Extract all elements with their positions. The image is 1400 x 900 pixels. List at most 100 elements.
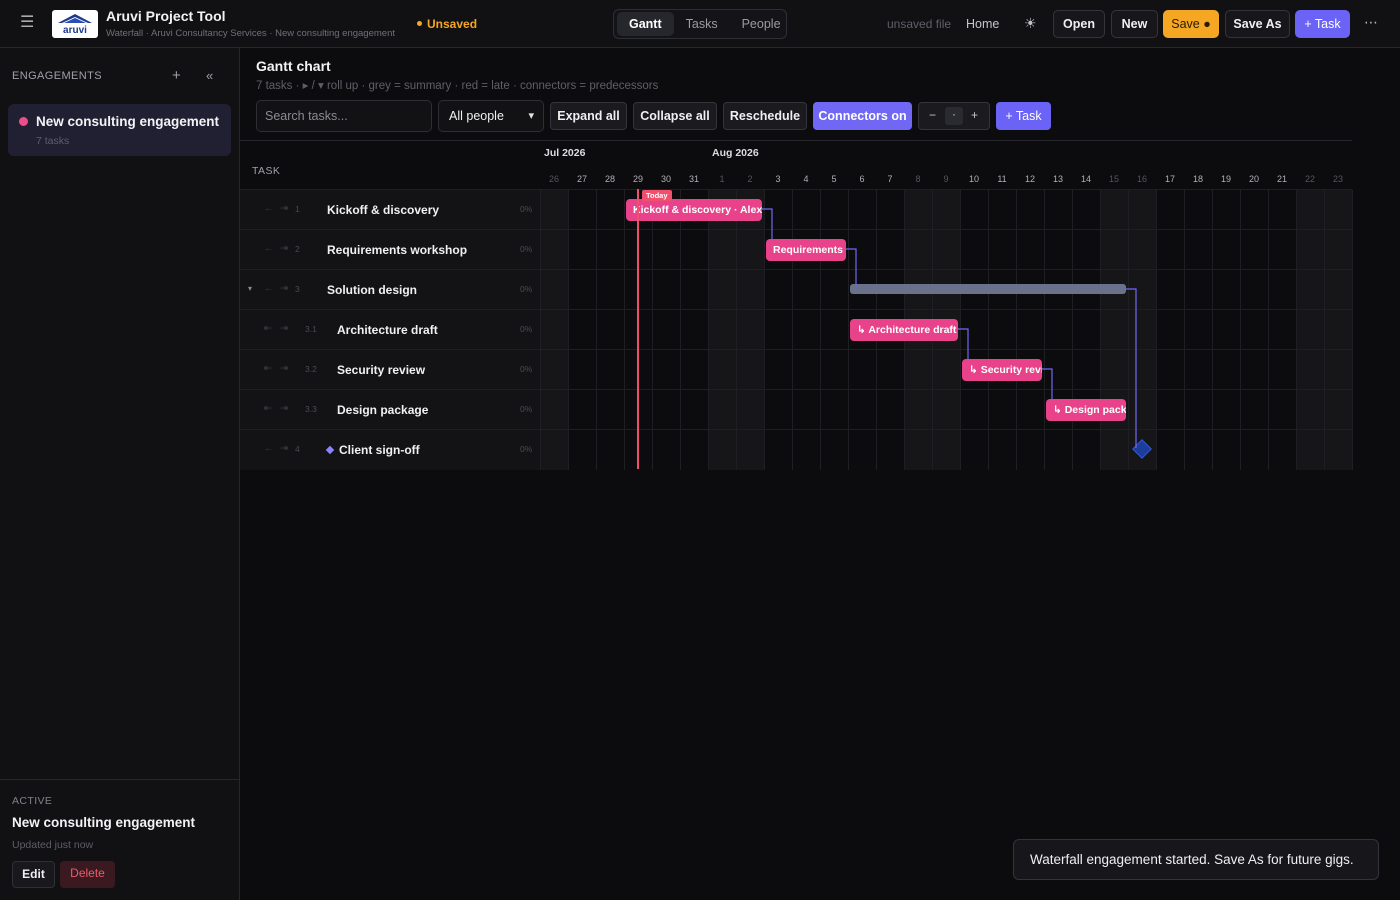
collapse-caret-icon[interactable]: ▾ <box>248 284 252 293</box>
task-label-cell: ⇤ ⇥ 3.1 Architecture draft 0% <box>240 310 540 350</box>
task-name-text: Security review <box>337 363 426 377</box>
save-as-button[interactable]: Save As <box>1225 10 1290 38</box>
day-cell <box>1100 350 1128 390</box>
task-label-cell: ⇤ ⇥ 3.2 Security review 0% <box>240 350 540 390</box>
add-task-button[interactable]: + Task <box>1295 10 1350 38</box>
task-bar[interactable]: ↳ Security review <box>962 359 1042 381</box>
task-bar[interactable]: ↳ Design package <box>1046 399 1126 421</box>
people-filter-select[interactable]: All people ▾ <box>438 100 544 132</box>
day-cell <box>1100 230 1128 270</box>
task-name[interactable]: Architecture draft <box>337 323 438 337</box>
indent-icon[interactable]: ⇥ <box>280 363 288 374</box>
tab-gantt[interactable]: Gantt <box>617 12 674 36</box>
add-engagement-icon[interactable]: + <box>172 67 181 84</box>
task-name[interactable]: Solution design <box>327 283 417 297</box>
day-cell <box>1184 390 1212 430</box>
indent-icon[interactable]: ⇥ <box>280 203 288 214</box>
connectors-toggle-button[interactable]: Connectors on <box>813 102 912 130</box>
day-cell <box>736 310 764 350</box>
save-button[interactable]: Save ● <box>1163 10 1219 38</box>
new-button[interactable]: New <box>1111 10 1158 38</box>
day-header: 3 <box>775 174 781 184</box>
indent-icon[interactable]: ⇥ <box>280 323 288 334</box>
tab-people[interactable]: People <box>730 12 793 36</box>
edit-engagement-button[interactable]: Edit <box>12 861 55 888</box>
zoom-control: − · + <box>918 102 990 130</box>
day-cell <box>1044 230 1072 270</box>
day-cell <box>1268 230 1296 270</box>
day-cell <box>932 190 960 230</box>
day-cell <box>596 190 624 230</box>
day-cell <box>1268 390 1296 430</box>
delete-engagement-button[interactable]: Delete <box>60 861 115 888</box>
task-row[interactable]: ▾ ← ⇥ 3 Solution design 0% <box>240 269 1353 310</box>
summary-bar[interactable] <box>850 284 1126 294</box>
day-header: 31 <box>688 174 699 184</box>
day-cell <box>1212 430 1240 470</box>
open-button[interactable]: Open <box>1053 10 1105 38</box>
outdent-icon[interactable]: ← <box>264 443 274 454</box>
indent-icon[interactable]: ⇥ <box>280 403 288 414</box>
indent-icon[interactable]: ⇥ <box>280 243 288 254</box>
day-cell <box>820 270 848 310</box>
task-name[interactable]: Kickoff & discovery <box>327 203 439 217</box>
day-header: 10 <box>968 174 979 184</box>
task-name[interactable]: Security review <box>337 363 425 377</box>
day-cell <box>1296 430 1324 470</box>
reschedule-button[interactable]: Reschedule <box>723 102 807 130</box>
day-cell <box>1128 190 1156 230</box>
tab-tasks[interactable]: Tasks <box>674 12 730 36</box>
engagement-item[interactable]: New consulting engagement 7 tasks <box>8 104 231 156</box>
add-task-toolbar-button[interactable]: + Task <box>996 102 1051 130</box>
task-bar[interactable]: Requirements <box>766 239 846 261</box>
zoom-in-button[interactable]: + <box>971 103 978 129</box>
day-cell <box>680 390 708 430</box>
search-tasks-input[interactable] <box>256 100 432 132</box>
task-name-text: Design package <box>337 403 429 417</box>
collapse-all-button[interactable]: Collapse all <box>633 102 717 130</box>
task-name[interactable]: Requirements workshop <box>327 243 467 257</box>
task-bar[interactable]: ↳ Architecture draft <box>850 319 958 341</box>
day-cell <box>1016 310 1044 350</box>
task-row[interactable]: ⇤ ⇥ 3.2 Security review 0% <box>240 349 1353 390</box>
task-name[interactable]: Client sign-off <box>325 443 420 457</box>
task-label-cell: ← ⇥ 1 Kickoff & discovery 0% <box>240 190 540 230</box>
day-header: 2 <box>747 174 753 184</box>
indent-icon[interactable]: ⇥ <box>280 283 288 294</box>
task-row[interactable]: ← ⇥ 1 Kickoff & discovery 0% <box>240 189 1353 230</box>
task-row[interactable]: ⇤ ⇥ 3.1 Architecture draft 0% <box>240 309 1353 350</box>
expand-all-button[interactable]: Expand all <box>550 102 627 130</box>
outdent-icon[interactable]: ⇤ <box>264 403 272 414</box>
month-header: Jul 2026 <box>544 147 586 159</box>
day-cell <box>1044 430 1072 470</box>
day-cell <box>540 390 568 430</box>
more-options-icon[interactable]: ⋯ <box>1364 14 1379 31</box>
day-cell <box>1044 310 1072 350</box>
task-number: 3.1 <box>305 324 317 334</box>
day-cell <box>988 430 1016 470</box>
task-bar[interactable]: Kickoff & discovery · Alex <box>626 199 762 221</box>
outdent-icon[interactable]: ← <box>264 243 274 254</box>
home-link[interactable]: Home <box>966 17 999 31</box>
day-cell <box>820 310 848 350</box>
outdent-icon[interactable]: ⇤ <box>264 323 272 334</box>
indent-icon[interactable]: ⇥ <box>280 443 288 454</box>
task-name[interactable]: Design package <box>337 403 428 417</box>
day-cell <box>848 230 876 270</box>
collapse-sidebar-icon[interactable]: « <box>206 68 213 83</box>
menu-icon[interactable]: ☰ <box>20 14 36 32</box>
task-row[interactable]: ← ⇥ 4 Client sign-off 0% <box>240 429 1353 470</box>
outdent-icon[interactable]: ← <box>264 203 274 214</box>
day-cell <box>652 430 680 470</box>
task-row[interactable]: ⇤ ⇥ 3.3 Design package 0% <box>240 389 1353 430</box>
task-number: 3.2 <box>305 364 317 374</box>
theme-toggle-sun-icon[interactable]: ☀ <box>1024 15 1037 32</box>
zoom-out-button[interactable]: − <box>929 103 936 129</box>
day-cell <box>876 230 904 270</box>
day-cell <box>932 350 960 390</box>
outdent-icon[interactable]: ⇤ <box>264 363 272 374</box>
day-cell <box>1044 350 1072 390</box>
day-cell <box>1016 190 1044 230</box>
outdent-icon[interactable]: ← <box>264 283 274 294</box>
task-name-text: Architecture draft <box>337 323 438 337</box>
